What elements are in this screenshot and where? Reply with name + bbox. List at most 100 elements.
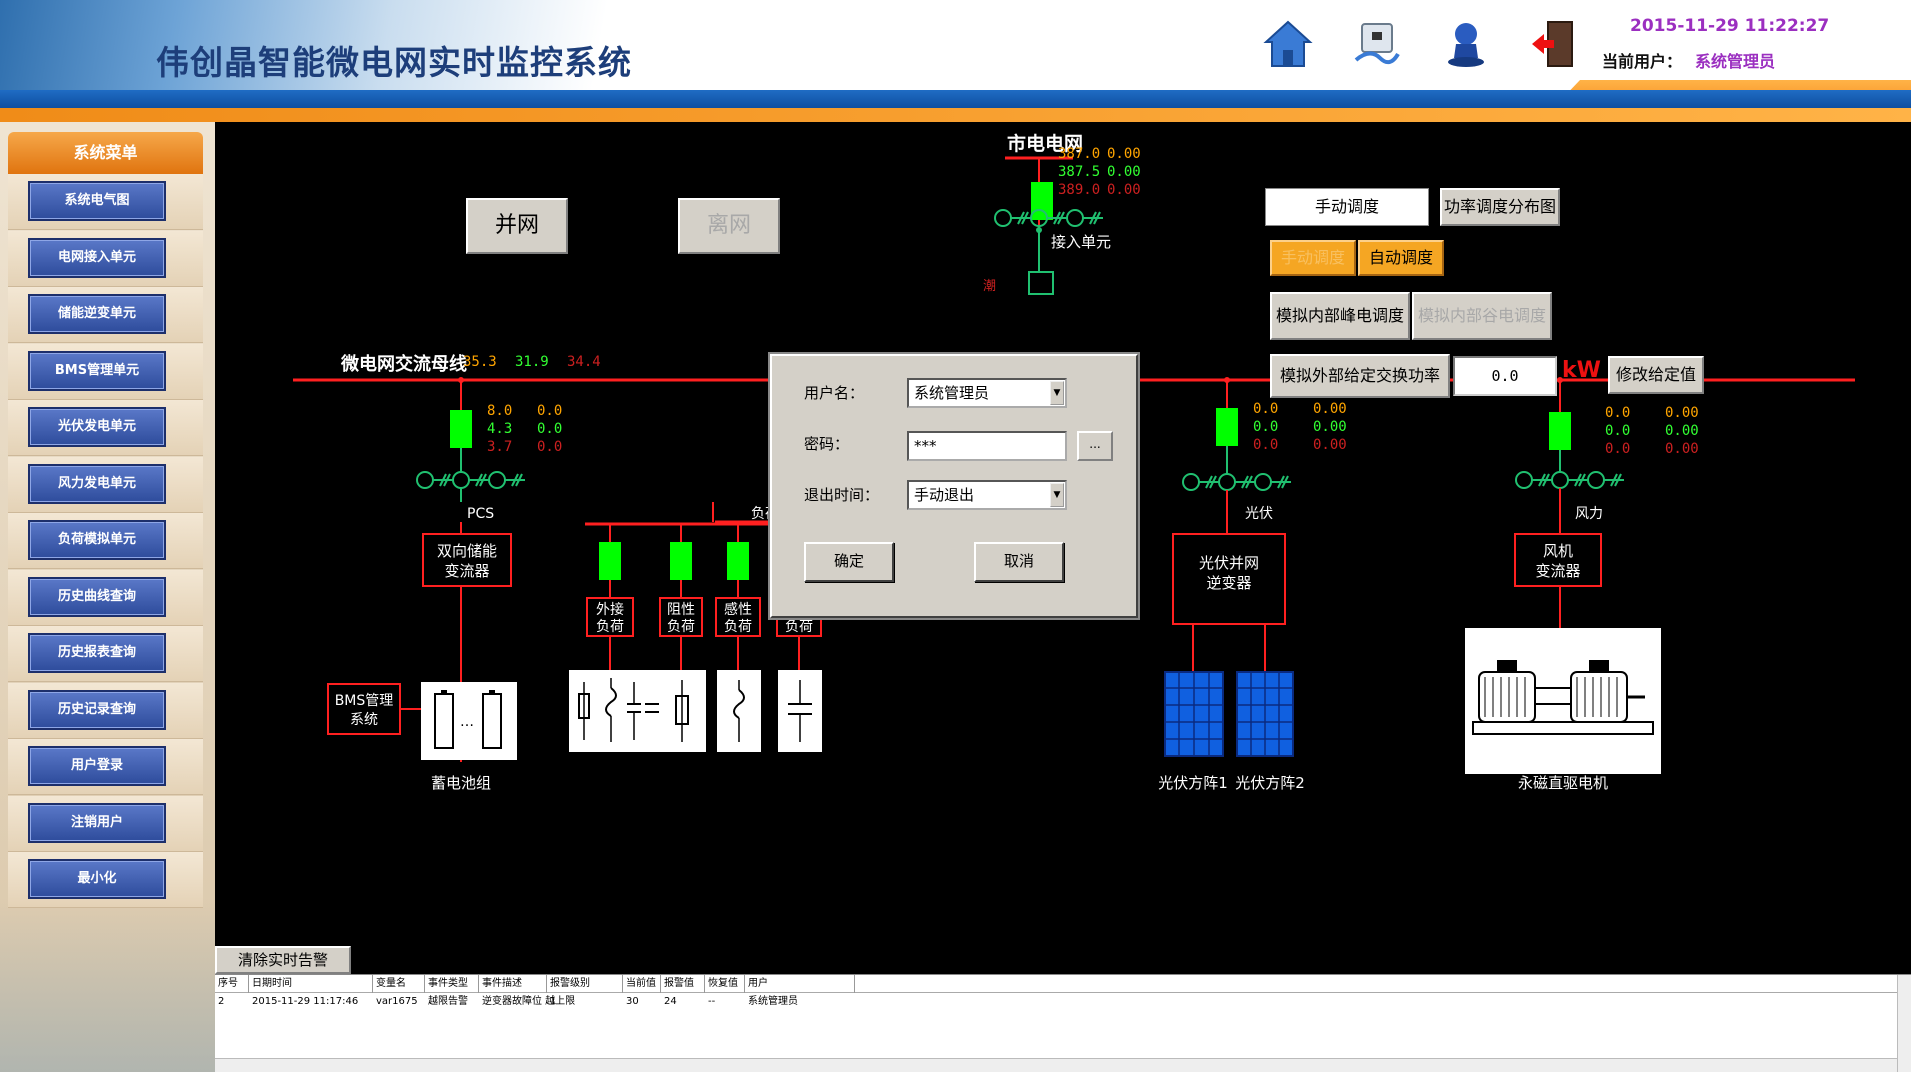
off-grid-button[interactable]: 离网 (678, 198, 780, 254)
sidebar-item-login[interactable]: 用户登录 (28, 746, 166, 786)
sidebar-item-minimize[interactable]: 最小化 (28, 859, 166, 899)
sidebar-item-logout[interactable]: 注销用户 (28, 802, 166, 843)
alarm-column-header[interactable]: 事件类型 (425, 975, 479, 993)
alarm-cell: 2 (218, 996, 225, 1007)
header-blue-bar (0, 90, 1911, 108)
grid-value: 389.0 (1058, 182, 1100, 198)
sidebar-item-load-sim[interactable]: 负荷模拟单元 (28, 520, 166, 560)
wind-value: 0.0 (1605, 423, 1630, 439)
peak-dispatch-button[interactable]: 模拟内部峰电调度 (1270, 292, 1410, 340)
pv-value: 0.00 (1313, 401, 1347, 417)
grid-value: 0.00 (1107, 164, 1141, 180)
load-breaker[interactable] (599, 542, 621, 580)
valley-dispatch-button[interactable]: 模拟内部谷电调度 (1412, 292, 1552, 340)
sidebar-cell: BMS管理单元 (8, 343, 203, 400)
pcs-label: PCS (467, 506, 494, 522)
manual-dispatch-button[interactable]: 手动调度 (1265, 188, 1429, 226)
app-window: 伟创晶智能微电网实时监控系统 2015-11-29 11:22:27 当前用户：… (0, 0, 1911, 1072)
wind-label: 风力 (1575, 506, 1603, 522)
pv-value: 0.00 (1313, 437, 1347, 453)
load-text: 外接 (596, 601, 624, 618)
pcs-breaker[interactable] (450, 410, 472, 448)
network-terminal-icon[interactable] (1350, 18, 1402, 70)
sidebar-item-history-record[interactable]: 历史记录查询 (28, 689, 166, 730)
username-select[interactable]: 系统管理员 ▼ (907, 378, 1067, 408)
alarm-column-header[interactable]: 当前值 (623, 975, 661, 993)
alarm-cell: 1 (550, 996, 557, 1007)
logout-time-value: 手动退出 (914, 486, 975, 504)
alarm-column-header[interactable]: 序号 (215, 975, 249, 993)
alarm-vertical-scrollbar[interactable] (1897, 975, 1911, 1072)
sidebar-cell: 历史记录查询 (8, 682, 203, 739)
alarm-column-header[interactable]: 事件描述 (479, 975, 547, 993)
load-breaker[interactable] (670, 542, 692, 580)
logout-time-select[interactable]: 手动退出 ▼ (907, 480, 1067, 510)
modify-setpoint-button[interactable]: 修改给定值 (1608, 356, 1704, 394)
grid-breaker[interactable] (1031, 182, 1053, 220)
on-grid-button[interactable]: 并网 (466, 198, 568, 254)
home-icon[interactable] (1262, 18, 1314, 70)
alarm-column-header[interactable]: 变量名 (373, 975, 425, 993)
password-field[interactable]: *** (907, 431, 1067, 461)
sidebar-item-diagram[interactable]: 系统电气图 (28, 181, 166, 221)
wind-value: 0.00 (1665, 441, 1699, 457)
grid-value: 387.0 (1058, 146, 1100, 162)
resistive-load-icon (662, 670, 706, 752)
alarm-column-header[interactable]: 日期时间 (249, 975, 373, 993)
alarm-column-header[interactable]: 报警值 (661, 975, 705, 993)
pv-value: 0.0 (1253, 419, 1278, 435)
pcs-value: 0.0 (537, 421, 562, 437)
sidebar-item-storage-inverter[interactable]: 储能逆变单元 (28, 294, 166, 334)
alarm-column-header[interactable]: 报警级别 (547, 975, 623, 993)
pcs-box-line2: 变流器 (444, 562, 489, 580)
clear-alarm-button[interactable]: 清除实时告警 (215, 946, 351, 974)
pv-breaker[interactable] (1216, 408, 1238, 446)
power-map-button[interactable]: 功率调度分布图 (1440, 188, 1560, 226)
alarm-column-header[interactable]: 用户 (745, 975, 855, 993)
bus-value: 35.3 (463, 354, 497, 370)
load-breaker[interactable] (727, 542, 749, 580)
wind-value: 0.00 (1665, 423, 1699, 439)
password-keyboard-button[interactable]: ... (1077, 431, 1113, 461)
manual-dispatch-disabled-button[interactable]: 手动调度 (1270, 240, 1356, 276)
user-stamp-icon[interactable] (1440, 18, 1492, 70)
alarm-column-header[interactable]: 恢复值 (705, 975, 745, 993)
load-text: 负荷 (724, 619, 752, 635)
sidebar-item-wind[interactable]: 风力发电单元 (28, 463, 166, 504)
load-text: 阻性 (667, 602, 695, 618)
alarm-cell: 30 (626, 996, 639, 1007)
power-unit-label: kW (1562, 358, 1601, 383)
sidebar-item-history-curve[interactable]: 历史曲线查询 (28, 576, 166, 617)
exit-door-icon[interactable] (1528, 18, 1580, 70)
sidebar-item-history-report[interactable]: 历史报表查询 (28, 633, 166, 673)
exchange-power-button[interactable]: 模拟外部给定交换功率 (1270, 354, 1450, 398)
pv-values: 0.0 0.0 0.0 0.00 0.00 0.00 (1253, 401, 1347, 453)
sidebar-item-bms[interactable]: BMS管理单元 (28, 350, 166, 391)
wind-breaker[interactable] (1549, 412, 1571, 450)
ok-button[interactable]: 确定 (804, 542, 894, 582)
inductive-load-icon (717, 670, 761, 752)
wind-value: 0.0 (1605, 441, 1630, 457)
pcs-box-line1: 双向储能 (437, 542, 497, 560)
motor-icon (1465, 628, 1661, 774)
sidebar-cell: 负荷模拟单元 (8, 513, 203, 569)
pv-box-line2: 逆变器 (1206, 574, 1251, 592)
chevron-down-icon[interactable]: ▼ (1050, 381, 1064, 405)
access-unit-label: 接入单元 (1051, 233, 1111, 251)
grid-value: 0.00 (1107, 146, 1141, 162)
grid-value: 0.00 (1107, 182, 1141, 198)
wind-value: 0.00 (1665, 405, 1699, 421)
sidebar-item-pv[interactable]: 光伏发电单元 (28, 407, 166, 447)
sidebar: 系统菜单 系统电气图 电网接入单元 储能逆变单元 BMS管理单元 光伏发电单元 风力发电单… (0, 122, 215, 1072)
load-text: 负荷 (596, 619, 624, 635)
chevron-down-icon[interactable]: ▼ (1050, 483, 1064, 507)
sidebar-item-grid-access[interactable]: 电网接入单元 (28, 237, 166, 278)
pcs-value: 8.0 (487, 403, 512, 419)
pv-array-1-icon (1164, 671, 1224, 757)
cancel-button[interactable]: 取消 (974, 542, 1064, 582)
pcs-value: 3.7 (487, 439, 512, 455)
alarm-horizontal-scrollbar[interactable] (215, 1058, 1897, 1072)
exchange-power-input[interactable]: 0.0 (1453, 356, 1557, 396)
auto-dispatch-button[interactable]: 自动调度 (1358, 240, 1444, 276)
pv-value: 0.00 (1313, 419, 1347, 435)
